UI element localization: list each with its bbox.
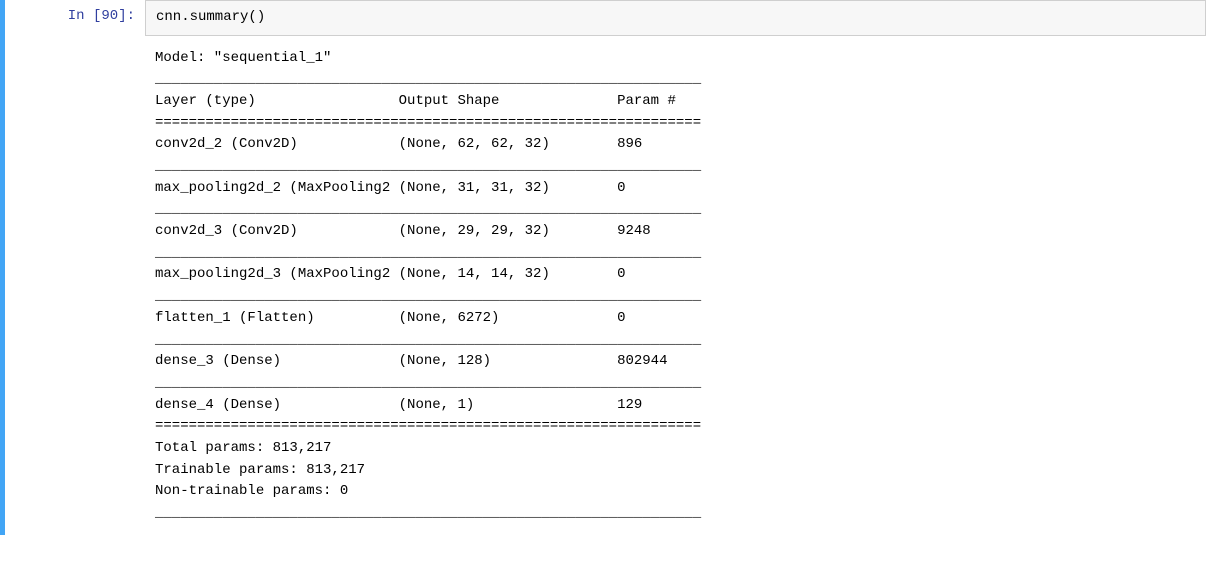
input-prompt: In [90]: — [5, 0, 145, 24]
notebook-cell: In [90]: cnn.summary() Model: "sequentia… — [0, 0, 1206, 535]
output-row: Model: "sequential_1" __________________… — [5, 42, 1206, 535]
input-row: In [90]: cnn.summary() — [5, 0, 1206, 36]
code-line: cnn.summary() — [156, 9, 265, 25]
prompt-close: ]: — [118, 8, 135, 24]
code-input[interactable]: cnn.summary() — [145, 0, 1206, 36]
output-text: Model: "sequential_1" __________________… — [145, 42, 1206, 535]
prompt-count: 90 — [101, 8, 118, 24]
prompt-in: In [ — [68, 8, 102, 24]
